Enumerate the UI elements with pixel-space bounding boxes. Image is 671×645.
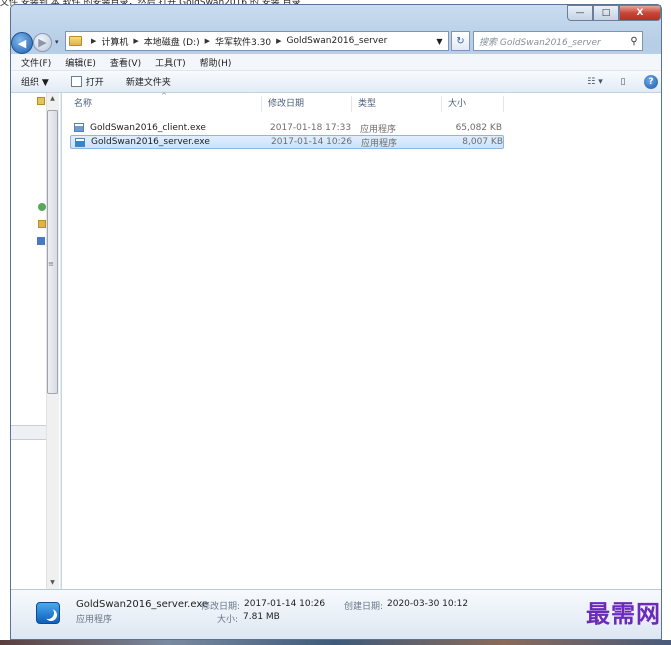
breadcrumb-huajun[interactable]: 华军软件3.30 xyxy=(215,35,271,48)
network-icon[interactable] xyxy=(38,203,46,211)
help-icon: ? xyxy=(644,75,658,89)
maximize-button[interactable]: □ xyxy=(593,5,619,21)
details-size-label: 大小: xyxy=(217,615,239,625)
open-label: 打开 xyxy=(85,78,104,88)
details-pane: GoldSwan2016_server.exe 应用程序 修改日期: 2017-… xyxy=(11,589,661,639)
refresh-icon[interactable]: ↻ xyxy=(451,31,470,51)
details-created-label: 创建日期: xyxy=(344,602,384,612)
nav-selected-strip[interactable] xyxy=(11,425,46,440)
open-button[interactable]: 打开 xyxy=(70,75,104,88)
new-folder-button[interactable]: 新建文件夹 xyxy=(126,75,171,88)
file-list-pane[interactable]: ^ 名称 修改日期 类型 大小 GoldSwan2016_client.exe … xyxy=(62,92,661,589)
file-row[interactable]: GoldSwan2016_client.exe 2017-01-18 17:33… xyxy=(70,121,504,135)
menu-file[interactable]: 文件(F) xyxy=(21,56,51,69)
preview-pane-icon[interactable]: ▯ xyxy=(613,74,633,90)
scroll-grip-icon: ≡ xyxy=(48,260,54,268)
file-size: 65,082 KB xyxy=(455,123,502,133)
breadcrumb-separator-icon[interactable]: ▶ xyxy=(205,37,210,45)
breadcrumb-goldswan-server[interactable]: GoldSwan2016_server xyxy=(286,36,387,46)
exe-file-icon xyxy=(75,138,85,147)
address-dropdown-icon[interactable]: ▼ xyxy=(430,31,449,51)
organize-button[interactable]: 组织 ▼ xyxy=(21,75,49,88)
column-header-date[interactable]: 修改日期 xyxy=(262,96,352,112)
file-type: 应用程序 xyxy=(360,124,397,135)
toolbar-right: ☷ ▾ ▯ ? xyxy=(577,71,661,93)
search-box[interactable]: 搜索 GoldSwan2016_server ⚲ xyxy=(473,31,643,51)
app-file-icon xyxy=(36,602,60,624)
details-modified-label: 修改日期: xyxy=(201,602,241,612)
search-icon[interactable]: ⚲ xyxy=(626,36,642,47)
forward-button[interactable]: ▶ xyxy=(33,33,52,52)
details-filetype: 应用程序 xyxy=(76,615,113,625)
details-size-value: 7.81 MB xyxy=(243,612,280,622)
scroll-down-icon[interactable]: ▼ xyxy=(47,577,58,589)
details-created-value: 2020-03-30 10:12 xyxy=(387,599,469,609)
file-date: 2017-01-18 17:33 xyxy=(270,123,352,133)
back-arrow-icon: ◀ xyxy=(17,36,27,50)
computer-icon[interactable] xyxy=(37,237,45,245)
file-row-selected[interactable]: GoldSwan2016_server.exe 2017-01-14 10:26… xyxy=(70,135,504,149)
file-date: 2017-01-14 10:26 xyxy=(271,137,353,147)
bottom-taskbar-strip xyxy=(0,640,671,645)
help-button[interactable]: ? xyxy=(641,74,661,90)
column-header-name[interactable]: 名称 xyxy=(68,96,262,112)
folder-icon xyxy=(69,36,82,46)
menu-help[interactable]: 帮助(H) xyxy=(200,56,232,69)
minimize-button[interactable]: — xyxy=(567,5,593,21)
file-name: GoldSwan2016_client.exe xyxy=(90,123,206,133)
column-header-size[interactable]: 大小 xyxy=(442,96,504,112)
breadcrumb-separator-icon[interactable]: ▶ xyxy=(91,37,96,45)
nav-scroll-thumb[interactable] xyxy=(47,110,58,394)
site-watermark: 最需网 xyxy=(586,599,661,628)
library-folder-icon[interactable] xyxy=(38,220,46,228)
recent-pages-dropdown[interactable]: ▾ xyxy=(55,38,63,46)
menu-view[interactable]: 查看(V) xyxy=(110,56,141,69)
scroll-up-icon[interactable]: ▲ xyxy=(47,93,58,105)
breadcrumb-drive-d[interactable]: 本地磁盘 (D:) xyxy=(144,35,200,48)
back-button[interactable]: ◀ xyxy=(11,32,33,54)
menu-tools[interactable]: 工具(T) xyxy=(155,56,186,69)
caption-buttons: — □ X xyxy=(567,5,661,21)
breadcrumb-computer[interactable]: 计算机 xyxy=(101,35,128,48)
open-icon xyxy=(70,76,82,87)
details-modified-value: 2017-01-14 10:26 xyxy=(244,599,326,609)
details-filename: GoldSwan2016_server.exe xyxy=(76,599,209,610)
exe-file-icon xyxy=(74,123,84,132)
command-bar: 组织 ▼ 打开 新建文件夹 ☷ ▾ ▯ ? xyxy=(11,71,661,93)
forward-arrow-icon: ▶ xyxy=(38,36,47,49)
menu-edit[interactable]: 编辑(E) xyxy=(65,56,96,69)
favorites-folder-icon[interactable] xyxy=(37,97,45,105)
search-input[interactable]: 搜索 GoldSwan2016_server xyxy=(479,35,626,48)
file-size: 8,007 KB xyxy=(462,137,503,147)
view-options-icon[interactable]: ☷ ▾ xyxy=(585,74,605,90)
address-bar[interactable]: ▶ 计算机 ▶ 本地磁盘 (D:) ▶ 华军软件3.30 ▶ GoldSwan2… xyxy=(65,31,449,51)
column-header-type[interactable]: 类型 xyxy=(352,96,442,112)
breadcrumb-separator-icon[interactable]: ▶ xyxy=(276,37,281,45)
close-button[interactable]: X xyxy=(619,5,661,21)
file-name: GoldSwan2016_server.exe xyxy=(91,137,210,147)
file-type: 应用程序 xyxy=(361,138,398,149)
breadcrumb-separator-icon[interactable]: ▶ xyxy=(133,37,138,45)
menu-bar: 文件(F) 编辑(E) 查看(V) 工具(T) 帮助(H) xyxy=(11,54,661,71)
